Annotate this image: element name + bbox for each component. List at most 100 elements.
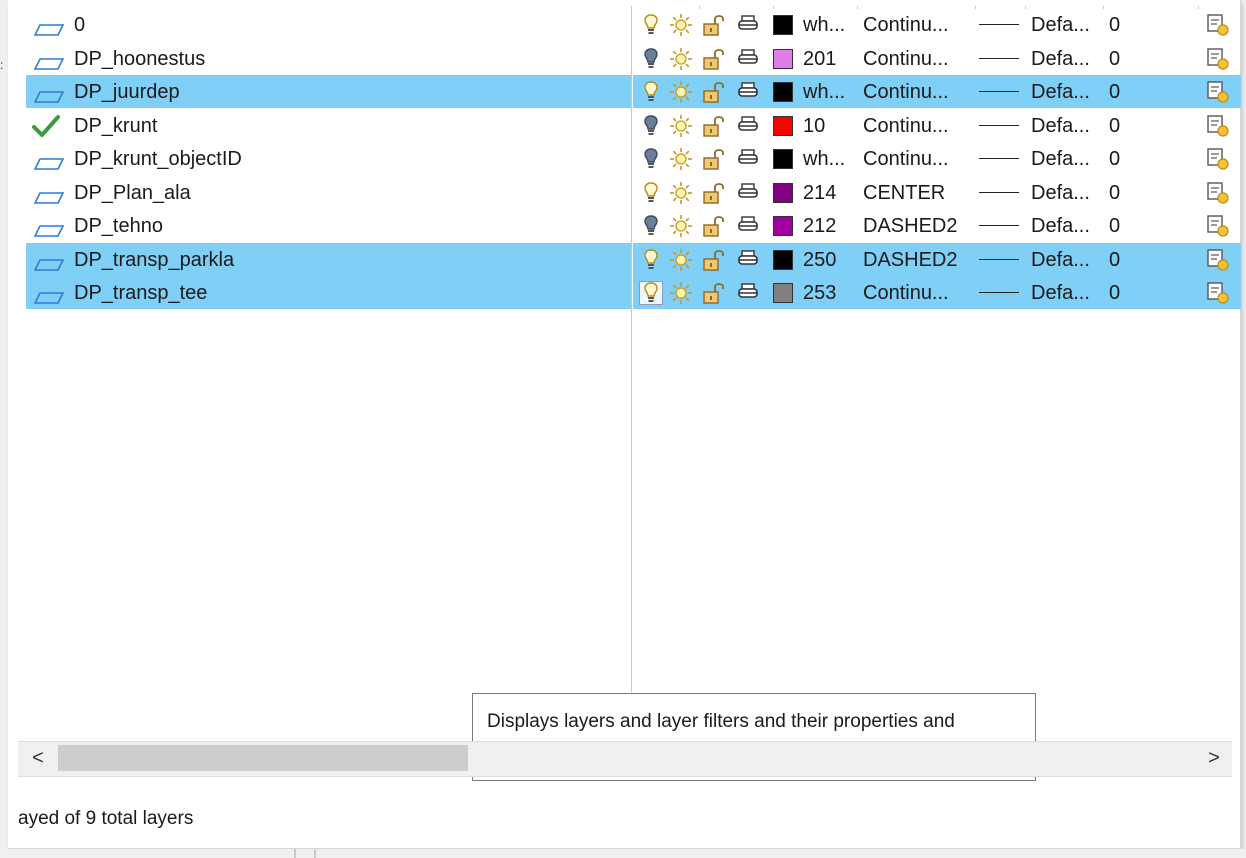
freeze-sun-icon[interactable] — [669, 80, 693, 104]
on-off-bulb-icon[interactable] — [639, 147, 663, 171]
transparency-value[interactable]: 0 — [1109, 281, 1120, 305]
freeze-sun-icon[interactable] — [669, 114, 693, 138]
layer-properties-row[interactable]: 212 DASHED2 Defa... 0 — [633, 209, 1241, 242]
lineweight-value[interactable]: Defa... — [1031, 214, 1090, 238]
transparency-value[interactable]: 0 — [1109, 214, 1120, 238]
lock-icon[interactable] — [702, 281, 726, 305]
layer-properties-row[interactable]: wh... Continu... Defa... 0 — [633, 142, 1241, 175]
color-swatch[interactable] — [773, 216, 793, 236]
transparency-value[interactable]: 0 — [1109, 80, 1120, 104]
color-value[interactable]: wh... — [803, 80, 845, 104]
color-value[interactable]: 214 — [803, 181, 836, 205]
lineweight-value[interactable]: Defa... — [1031, 147, 1090, 171]
freeze-sun-icon[interactable] — [669, 181, 693, 205]
horizontal-scrollbar[interactable]: < > — [18, 741, 1232, 777]
on-off-bulb-icon[interactable] — [639, 214, 663, 238]
new-vp-freeze-icon[interactable] — [1206, 47, 1230, 71]
freeze-sun-icon[interactable] — [669, 248, 693, 272]
linetype-value[interactable]: CENTER — [863, 181, 945, 205]
linetype-value[interactable]: Continu... — [863, 114, 949, 138]
layer-name[interactable]: DP_krunt — [74, 114, 157, 138]
layer-row[interactable]: DP_krunt_objectID — [26, 142, 631, 175]
lock-icon[interactable] — [702, 80, 726, 104]
layer-properties-row[interactable]: wh... Continu... Defa... 0 — [633, 8, 1241, 41]
plot-icon[interactable] — [736, 181, 760, 205]
plot-icon[interactable] — [736, 248, 760, 272]
on-off-bulb-icon[interactable] — [639, 47, 663, 71]
color-value[interactable]: 250 — [803, 248, 836, 272]
layer-properties-row[interactable]: 201 Continu... Defa... 0 — [633, 42, 1241, 75]
layer-row[interactable]: DP_transp_parkla — [26, 242, 631, 276]
scroll-thumb[interactable] — [58, 745, 468, 771]
on-off-bulb-icon[interactable] — [639, 281, 663, 305]
layer-name[interactable]: DP_juurdep — [74, 80, 180, 104]
plot-icon[interactable] — [736, 214, 760, 238]
plot-icon[interactable] — [736, 147, 760, 171]
lineweight-value[interactable]: Defa... — [1031, 248, 1090, 272]
color-swatch[interactable] — [773, 15, 793, 35]
plot-icon[interactable] — [736, 80, 760, 104]
color-swatch[interactable] — [773, 182, 793, 203]
lock-icon[interactable] — [702, 248, 726, 272]
color-swatch[interactable] — [773, 115, 793, 136]
linetype-value[interactable]: DASHED2 — [863, 214, 957, 238]
linetype-value[interactable]: Continu... — [863, 281, 949, 305]
layer-properties-row[interactable]: 214 CENTER Defa... 0 — [633, 176, 1241, 209]
lineweight-value[interactable]: Defa... — [1031, 80, 1090, 104]
layer-row[interactable]: DP_juurdep — [26, 75, 631, 108]
layer-properties-row[interactable]: 10 Continu... Defa... 0 — [633, 109, 1241, 142]
transparency-value[interactable]: 0 — [1109, 248, 1120, 272]
layer-row[interactable]: DP_tehno — [26, 209, 631, 242]
color-swatch[interactable] — [773, 149, 793, 169]
linetype-value[interactable]: Continu... — [863, 47, 949, 71]
color-swatch[interactable] — [773, 82, 793, 102]
layer-properties-row[interactable]: 250 DASHED2 Defa... 0 — [633, 242, 1241, 276]
scroll-left-arrow[interactable]: < — [26, 746, 50, 770]
freeze-sun-icon[interactable] — [669, 281, 693, 305]
lock-icon[interactable] — [702, 114, 726, 138]
color-value[interactable]: 201 — [803, 47, 836, 71]
freeze-sun-icon[interactable] — [669, 47, 693, 71]
new-vp-freeze-icon[interactable] — [1206, 214, 1230, 238]
lineweight-value[interactable]: Defa... — [1031, 281, 1090, 305]
lineweight-value[interactable]: Defa... — [1031, 114, 1090, 138]
on-off-bulb-icon[interactable] — [639, 248, 663, 272]
lock-icon[interactable] — [702, 181, 726, 205]
layer-name[interactable]: DP_hoonestus — [74, 47, 205, 71]
transparency-value[interactable]: 0 — [1109, 47, 1120, 71]
layer-name[interactable]: DP_tehno — [74, 214, 163, 238]
layer-row[interactable]: DP_transp_tee — [26, 276, 631, 309]
transparency-value[interactable]: 0 — [1109, 114, 1120, 138]
new-vp-freeze-icon[interactable] — [1206, 147, 1230, 171]
new-vp-freeze-icon[interactable] — [1206, 80, 1230, 104]
freeze-sun-icon[interactable] — [669, 214, 693, 238]
on-off-bulb-icon[interactable] — [639, 114, 663, 138]
transparency-value[interactable]: 0 — [1109, 13, 1120, 37]
layer-name[interactable]: DP_transp_parkla — [74, 248, 234, 272]
linetype-value[interactable]: Continu... — [863, 80, 949, 104]
new-vp-freeze-icon[interactable] — [1206, 181, 1230, 205]
layer-row[interactable]: DP_krunt — [26, 109, 631, 142]
lineweight-value[interactable]: Defa... — [1031, 13, 1090, 37]
layer-name[interactable]: DP_krunt_objectID — [74, 147, 242, 171]
layer-properties-row[interactable]: wh... Continu... Defa... 0 — [633, 75, 1241, 108]
color-value[interactable]: wh... — [803, 147, 845, 171]
layer-row[interactable]: DP_Plan_ala — [26, 176, 631, 209]
color-value[interactable]: 212 — [803, 214, 836, 238]
color-value[interactable]: 253 — [803, 281, 836, 305]
plot-icon[interactable] — [736, 47, 760, 71]
new-vp-freeze-icon[interactable] — [1206, 13, 1230, 37]
lock-icon[interactable] — [702, 214, 726, 238]
layer-name[interactable]: DP_Plan_ala — [74, 181, 191, 205]
lineweight-value[interactable]: Defa... — [1031, 47, 1090, 71]
on-off-bulb-icon[interactable] — [639, 80, 663, 104]
color-swatch[interactable] — [773, 283, 793, 303]
linetype-value[interactable]: DASHED2 — [863, 248, 957, 272]
freeze-sun-icon[interactable] — [669, 147, 693, 171]
freeze-sun-icon[interactable] — [669, 13, 693, 37]
plot-icon[interactable] — [736, 13, 760, 37]
lineweight-value[interactable]: Defa... — [1031, 181, 1090, 205]
scroll-right-arrow[interactable]: > — [1202, 746, 1226, 770]
on-off-bulb-icon[interactable] — [639, 181, 663, 205]
new-vp-freeze-icon[interactable] — [1206, 281, 1230, 305]
